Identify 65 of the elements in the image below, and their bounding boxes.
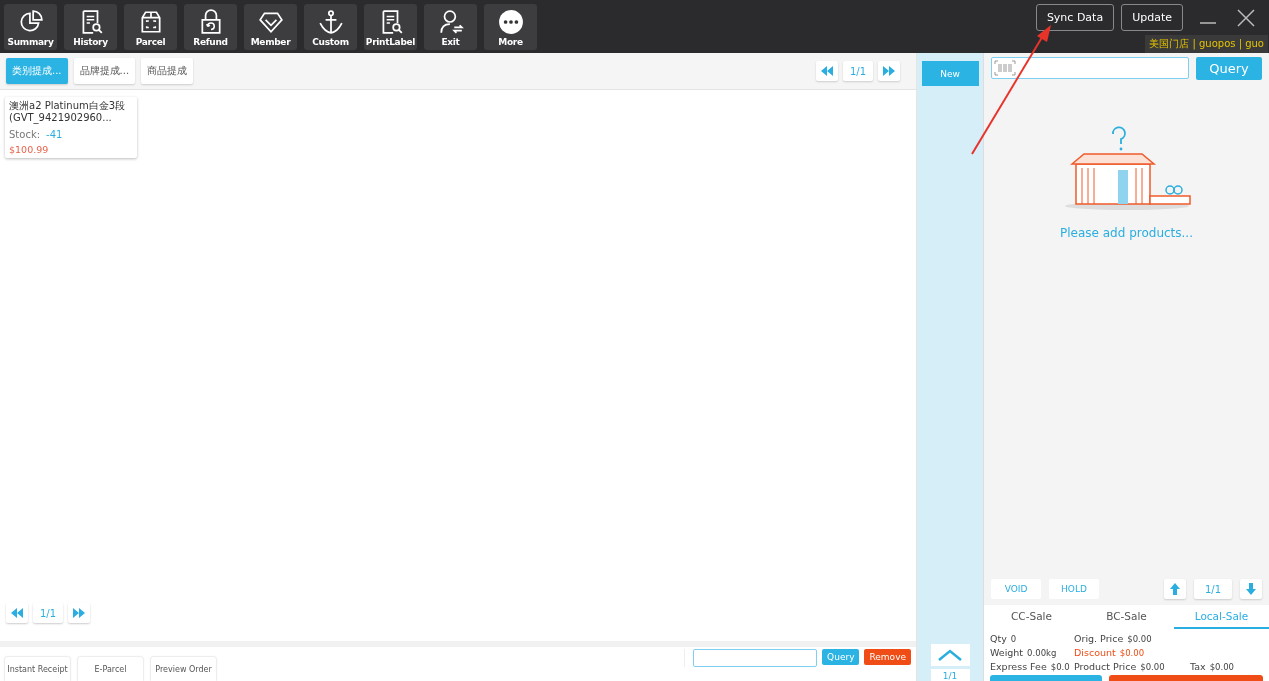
user-switch-icon <box>437 9 464 35</box>
toolbar-button[interactable]: More <box>484 4 537 50</box>
total-label: Orig. Price <box>1074 633 1124 644</box>
arrow-down-icon <box>1246 583 1256 595</box>
toolbar-button[interactable]: Refund <box>184 4 237 50</box>
chevron-up-icon <box>937 649 963 661</box>
double-right-icon <box>73 608 85 618</box>
close-icon[interactable] <box>1235 6 1257 29</box>
checkout-button[interactable] <box>990 675 1102 681</box>
more-icon <box>497 9 524 35</box>
page-indicator: 1/1 <box>1194 579 1232 599</box>
total-value: 0 <box>1010 634 1017 644</box>
previous-page-button[interactable] <box>816 61 838 81</box>
total-label: Tax <box>1190 661 1206 672</box>
last-page-button[interactable] <box>1240 579 1262 599</box>
toolbar-button[interactable]: Summary <box>4 4 57 50</box>
total-value: $0.0 <box>1050 662 1070 672</box>
store-info: 美国门店 | guopos | guo <box>1145 35 1268 53</box>
remove-button[interactable]: Remove <box>864 649 911 665</box>
total-label: Express Fee <box>990 661 1047 672</box>
stock-value: -41 <box>46 129 63 140</box>
action-button[interactable]: Instant Receipt <box>5 657 70 681</box>
double-left-icon <box>11 608 23 618</box>
stock-label: Stock: -41 <box>9 129 64 140</box>
barcode-icon <box>994 60 1016 76</box>
page-indicator: 1/1 <box>843 61 873 81</box>
order-search-field[interactable] <box>693 649 818 667</box>
next-page-button[interactable] <box>68 603 90 623</box>
category-tab[interactable]: 商品提成 <box>141 58 194 84</box>
action-button[interactable]: Preview Order <box>151 657 216 681</box>
category-tab[interactable]: 品牌提成... <box>73 58 136 84</box>
product-name: 澳洲a2 Platinum白金3段(GVT_9421902960... <box>9 100 127 124</box>
total-value: $0.00 <box>1209 662 1235 672</box>
toolbar-button[interactable]: Exit <box>424 4 477 50</box>
previous-page-button[interactable] <box>6 603 28 623</box>
double-right-icon <box>883 66 895 76</box>
toolbar-button[interactable]: PrintLabel <box>364 4 417 50</box>
total-value: $0.00 <box>1140 662 1165 672</box>
total-label: Weight <box>990 647 1024 658</box>
arrow-up-icon <box>1170 583 1180 595</box>
toolbar-button[interactable]: Member <box>244 4 297 50</box>
header-button[interactable]: Update <box>1121 4 1183 31</box>
total-value: $0.00 <box>1119 648 1145 658</box>
empty-cart-message: Please add products... <box>1060 226 1193 240</box>
total-label: Qty <box>990 633 1007 644</box>
pie-chart-icon <box>17 9 44 35</box>
next-page-button[interactable] <box>878 61 900 81</box>
first-page-button[interactable] <box>1164 579 1186 599</box>
total-value: $0.00 <box>1127 634 1152 644</box>
product-price: $100.99 <box>9 144 50 155</box>
total-value: 0.00kg <box>1027 648 1057 658</box>
anchor-icon <box>317 9 344 35</box>
total-label: Discount <box>1074 647 1116 658</box>
page-indicator: 1/1 <box>930 669 970 681</box>
product-card[interactable]: 澳洲a2 Platinum白金3段(GVT_9421902960... Stock: -41 $100.99 <box>5 97 137 158</box>
total-label: Product Price <box>1074 661 1137 672</box>
double-left-icon <box>821 66 833 76</box>
diamond-icon <box>257 9 284 35</box>
toolbar-button[interactable]: Parcel <box>124 4 177 50</box>
action-button[interactable]: E-Parcel <box>78 657 143 681</box>
page-indicator: 1/1 <box>33 603 63 623</box>
toolbar-button[interactable]: Custom <box>304 4 357 50</box>
barcode-search-field[interactable] <box>991 57 1189 79</box>
toolbar-button[interactable]: History <box>64 4 117 50</box>
scroll-up-button[interactable] <box>930 644 970 666</box>
